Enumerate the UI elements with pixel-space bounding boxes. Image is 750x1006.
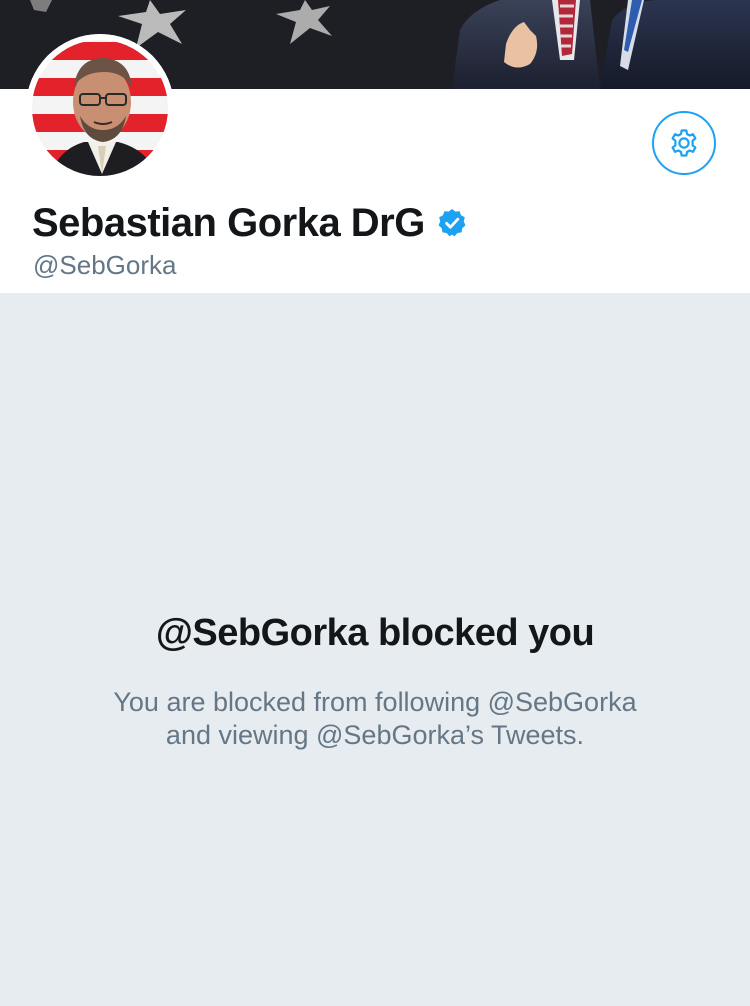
- profile-handle: @SebGorka: [33, 250, 177, 280]
- settings-button[interactable]: [652, 111, 716, 175]
- blocked-title: @SebGorka blocked you: [155, 612, 595, 654]
- blocked-description-line-1: You are blocked from following @SebGorka: [113, 687, 637, 717]
- display-name-row: Sebastian Gorka DrG: [32, 198, 467, 248]
- gear-icon: [671, 129, 697, 157]
- blocked-description: You are blocked from following @SebGorka…: [75, 686, 675, 752]
- blocked-description-line-2: and viewing @SebGorka’s Tweets.: [165, 720, 585, 750]
- verified-badge-icon: [438, 209, 466, 237]
- profile-avatar[interactable]: [26, 34, 174, 182]
- display-name: Sebastian Gorka DrG: [32, 200, 425, 245]
